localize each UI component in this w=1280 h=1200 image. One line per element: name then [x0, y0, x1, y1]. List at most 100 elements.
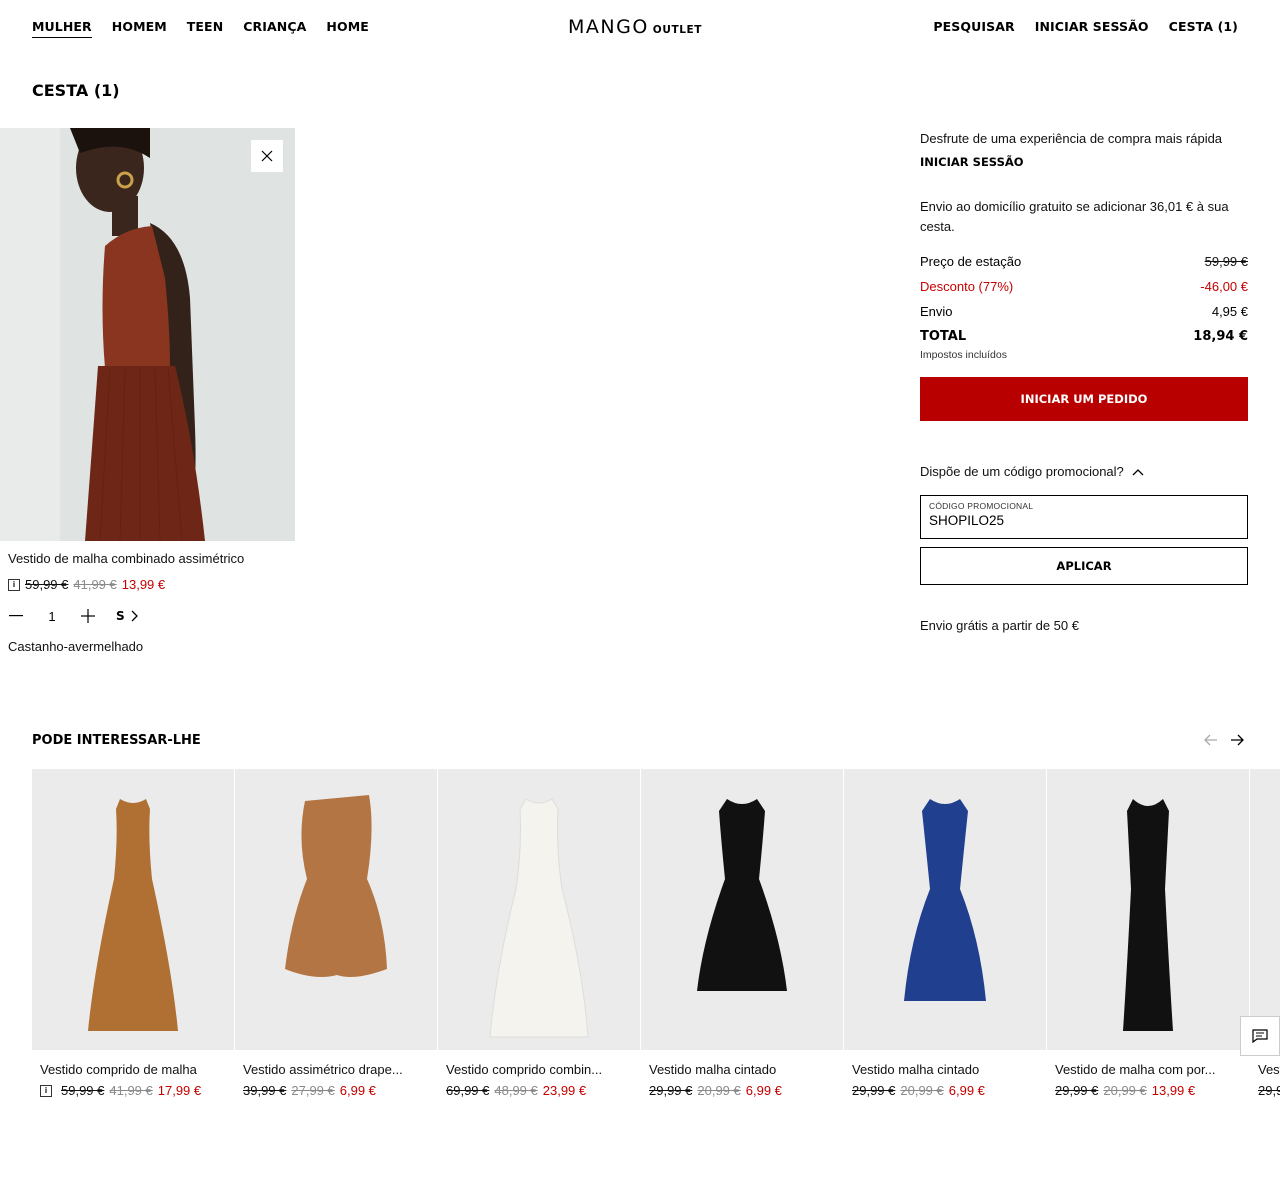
price-sale: 23,99 €: [542, 1083, 587, 1098]
product-name[interactable]: Vestido comprido de malha: [40, 1062, 210, 1077]
product-card[interactable]: Vestido assimétrico drape... 39,99 € 27,99…: [235, 769, 437, 1098]
product-image[interactable]: [1047, 769, 1249, 1050]
product-name[interactable]: Vestido comprido combin...: [446, 1062, 616, 1077]
size-value: S: [116, 609, 125, 623]
product-prices: 29,99 € 20,99 € 13,99 €: [1055, 1083, 1249, 1098]
dress-illustration: [489, 798, 589, 1038]
price-original: 59,99 €: [25, 577, 69, 592]
start-order-button[interactable]: INICIAR UM PEDIDO: [920, 377, 1248, 421]
price-previous: 41,99 €: [109, 1083, 153, 1098]
main-nav: MULHER HOMEM TEEN CRIANÇA HOME: [32, 19, 369, 38]
cart-link[interactable]: CESTA (1): [1169, 19, 1238, 35]
price-sale: 6,99 €: [339, 1083, 376, 1098]
login-link[interactable]: INICIAR SESSÃO: [1035, 19, 1149, 35]
mango-outlet-logo[interactable]: MANGO OUTLET: [568, 16, 702, 38]
user-nav: PESQUISAR INICIAR SESSÃO CESTA (1): [933, 19, 1238, 35]
cart-item-color: Castanho-avermelhado: [8, 639, 144, 654]
recommendations-title: PODE INTERESSAR-LHE: [32, 733, 201, 748]
price-previous: 27,99 €: [291, 1083, 335, 1098]
info-icon[interactable]: i: [40, 1084, 52, 1097]
price-sale: 17,99 €: [157, 1083, 202, 1098]
chat-button[interactable]: [1240, 1016, 1280, 1056]
product-prices: i 59,99 € 41,99 € 17,99 €: [40, 1083, 234, 1098]
product-image[interactable]: [641, 769, 843, 1050]
product-card[interactable]: Vestido comprido combin... 69,99 € 48,99 €…: [438, 769, 640, 1098]
price-sale: 13,99 €: [1151, 1083, 1196, 1098]
search-link[interactable]: PESQUISAR: [933, 19, 1014, 35]
remove-item-button[interactable]: [251, 140, 283, 172]
decrease-quantity-button[interactable]: [8, 606, 24, 626]
price-original: 29,9: [1258, 1083, 1280, 1098]
shipping-note: Envio ao domicílio gratuito se adicionar…: [920, 199, 1229, 234]
product-image[interactable]: [235, 769, 437, 1050]
carousel-prev-button[interactable]: [1203, 732, 1219, 748]
nav-homem[interactable]: HOMEM: [112, 19, 167, 38]
nav-mulher[interactable]: MULHER: [32, 19, 92, 38]
order-summary: Desfrute de uma experiência de compra ma…: [920, 128, 1248, 636]
promo-code-toggle[interactable]: Dispõe de um código promocional?: [920, 464, 1248, 479]
price-original: 29,99 €: [1055, 1083, 1099, 1098]
product-prices: 69,99 € 48,99 € 23,99 €: [446, 1083, 640, 1098]
product-prices: 29,99 € 20,99 € 6,99 €: [649, 1083, 843, 1098]
free-shipping-note: Envio grátis a partir de 50 €: [920, 618, 1079, 633]
cart-item-image[interactable]: [0, 128, 295, 541]
price-original: 59,99 €: [61, 1083, 105, 1098]
arrow-left-icon: [1204, 734, 1217, 746]
faster-checkout-text: Desfrute de uma experiência de compra ma…: [920, 131, 1223, 146]
quantity-value: 1: [48, 608, 56, 624]
product-name[interactable]: Vest: [1258, 1062, 1280, 1077]
carousel-controls: [1203, 732, 1245, 748]
carousel-next-button[interactable]: [1229, 732, 1245, 748]
apply-promo-button[interactable]: APLICAR: [920, 547, 1248, 585]
product-image[interactable]: [438, 769, 640, 1050]
increase-quantity-button[interactable]: [80, 606, 96, 626]
product-prices: 29,99 € 20,99 € 6,99 €: [852, 1083, 1046, 1098]
product-image[interactable]: [32, 769, 234, 1050]
minus-icon: [9, 615, 23, 617]
chevron-up-icon: [1132, 468, 1144, 475]
dress-illustration: [904, 799, 986, 1001]
price-original: 69,99 €: [446, 1083, 490, 1098]
cart-item-name[interactable]: Vestido de malha combinado assimétrico: [8, 551, 244, 566]
price-original: 29,99 €: [852, 1083, 896, 1098]
site-header: MULHER HOMEM TEEN CRIANÇA HOME MANGO OUT…: [0, 0, 1280, 56]
promo-field-label: CÓDIGO PROMOCIONAL: [929, 501, 1034, 511]
product-name[interactable]: Vestido malha cintado: [852, 1062, 1022, 1077]
price-previous: 48,99 €: [494, 1083, 538, 1098]
discount-label: Desconto (77%): [920, 279, 1014, 294]
chat-icon: [1252, 1029, 1268, 1043]
promo-code-input[interactable]: [929, 513, 1239, 528]
dress-illustration: [697, 799, 787, 991]
logo-brand: MANGO: [568, 16, 649, 38]
product-name[interactable]: Vestido malha cintado: [649, 1062, 819, 1077]
discount-row: Desconto (77%) -46,00 €: [920, 274, 1248, 299]
product-card[interactable]: Vestido de malha com por... 29,99 € 20,99 …: [1047, 769, 1249, 1098]
shipping-value: 4,95 €: [1211, 304, 1248, 319]
total-label: TOTAL: [920, 329, 967, 344]
price-sale: 13,99 €: [121, 577, 166, 592]
nav-home[interactable]: HOME: [326, 19, 368, 38]
product-image[interactable]: [1250, 769, 1280, 1050]
product-name[interactable]: Vestido de malha com por...: [1055, 1062, 1225, 1077]
season-price-label: Preço de estação: [920, 254, 1022, 269]
plus-icon: [81, 609, 95, 623]
summary-login-link[interactable]: INICIAR SESSÃO: [920, 155, 1248, 169]
product-name[interactable]: Vestido assimétrico drape...: [243, 1062, 413, 1077]
product-card[interactable]: Vestido comprido de malha i 59,99 € 41,99 €…: [32, 769, 234, 1098]
size-selector[interactable]: S: [116, 609, 139, 623]
product-prices: 39,99 € 27,99 € 6,99 €: [243, 1083, 437, 1098]
nav-teen[interactable]: TEEN: [187, 19, 223, 38]
price-breakdown: Preço de estação 59,99 € Desconto (77%) …: [920, 249, 1248, 361]
product-card[interactable]: Vestido malha cintado 29,99 € 20,99 € 6,99 …: [641, 769, 843, 1098]
price-previous: 41,99 €: [73, 577, 117, 592]
info-icon[interactable]: i: [8, 578, 20, 591]
cart-item-prices: i 59,99 € 41,99 € 13,99 €: [8, 577, 165, 592]
dress-illustration: [1123, 799, 1173, 1031]
model-illustration: [0, 128, 295, 541]
product-card[interactable]: Vestido malha cintado 29,99 € 20,99 € 6,99 …: [844, 769, 1046, 1098]
product-image[interactable]: [844, 769, 1046, 1050]
promo-code-field[interactable]: CÓDIGO PROMOCIONAL: [920, 495, 1248, 539]
nav-crianca[interactable]: CRIANÇA: [243, 19, 306, 38]
price-sale: 6,99 €: [745, 1083, 782, 1098]
price-original: 39,99 €: [243, 1083, 287, 1098]
